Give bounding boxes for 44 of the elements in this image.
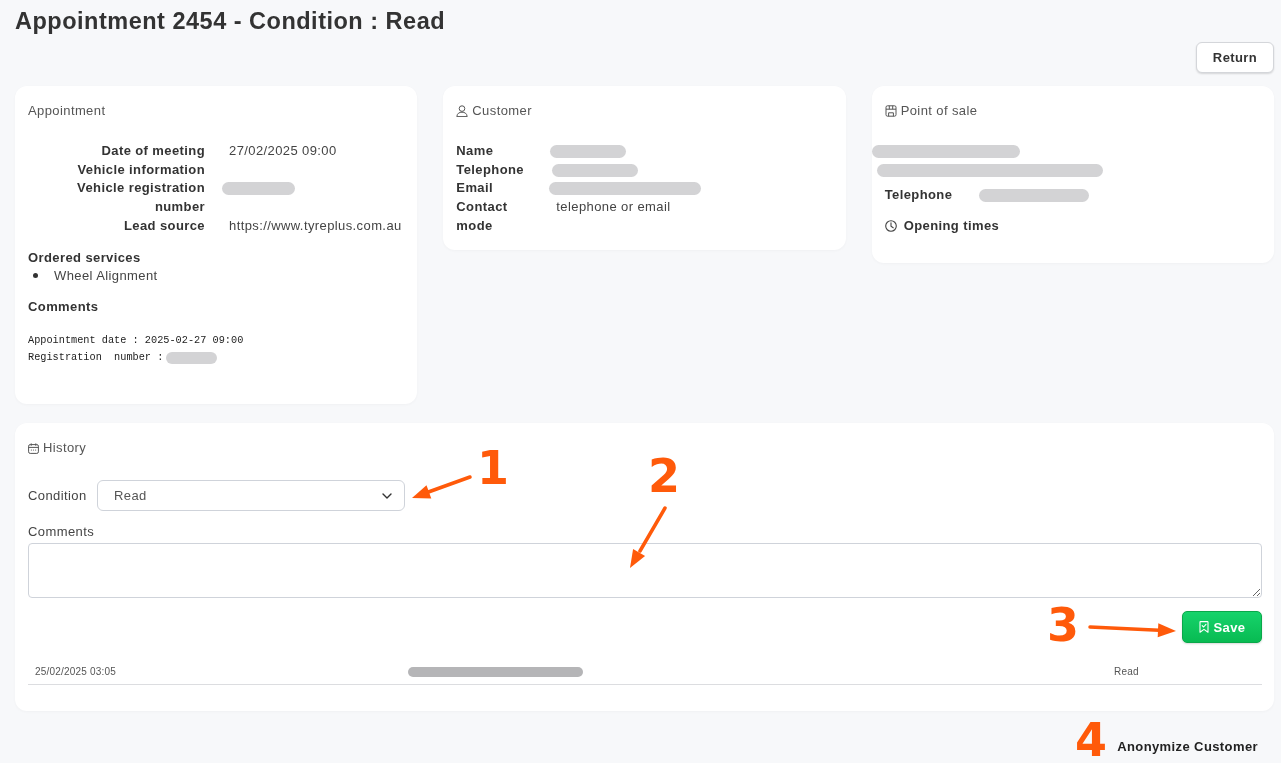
history-condition: Read: [1114, 664, 1139, 679]
comment-text: Registration number :: [28, 350, 164, 365]
store-icon: [884, 105, 897, 117]
card-title: Customer: [472, 102, 532, 120]
section-heading: Comments: [28, 297, 100, 316]
field-label: Name: [456, 142, 495, 160]
section-heading: Ordered services: [28, 248, 142, 267]
field-label: Vehicle registration number: [76, 179, 205, 217]
comment-text: Appointment date : 2025-02-27 09:00: [28, 333, 244, 348]
field-label: Telephone: [884, 185, 954, 204]
field-label: Email: [456, 179, 494, 198]
bullet-icon: [33, 273, 38, 278]
anonymize-customer-link[interactable]: Anonymize Customer: [1117, 738, 1258, 756]
card-title: History: [43, 439, 87, 457]
return-button[interactable]: Return: [1196, 42, 1274, 73]
field-label: Contact mode: [456, 198, 509, 235]
field-label: Telephone: [456, 160, 525, 179]
field-value: telephone or email: [555, 198, 671, 217]
condition-select[interactable]: Read: [97, 480, 405, 511]
annotation-number: 1: [477, 448, 509, 488]
annotation-arrow: [630, 506, 667, 568]
chevron-down-icon: [382, 492, 392, 499]
clock-icon: [884, 219, 897, 232]
card-title: Point of sale: [900, 102, 978, 120]
field-label: Comments: [28, 523, 96, 541]
card-title: Appointment: [28, 102, 106, 120]
field-label: Vehicle information: [76, 160, 205, 179]
annotation-number: 3: [1047, 605, 1079, 645]
bookmark-check-icon: [1198, 621, 1209, 633]
opening-times-link[interactable]: Opening times: [903, 216, 1000, 235]
annotation-arrow: [412, 475, 472, 499]
field-value: https://www.tyreplus.com.au: [229, 216, 402, 235]
field-value: 27/02/2025 09:00: [229, 142, 337, 160]
field-label: Lead source: [123, 216, 205, 235]
field-label: Condition: [28, 486, 88, 505]
comments-field[interactable]: [28, 543, 1262, 598]
calendar-icon: [28, 442, 39, 454]
annotation-number: 2: [648, 456, 680, 496]
annotation-number: 4: [1075, 720, 1107, 760]
service-item: Wheel Alignment: [54, 266, 158, 285]
person-icon: [456, 105, 469, 117]
history-date: 25/02/2025 03:05: [35, 664, 117, 679]
page-title: Appointment 2454 - Condition : Read: [15, 8, 447, 34]
field-label: Date of meeting: [100, 142, 205, 160]
